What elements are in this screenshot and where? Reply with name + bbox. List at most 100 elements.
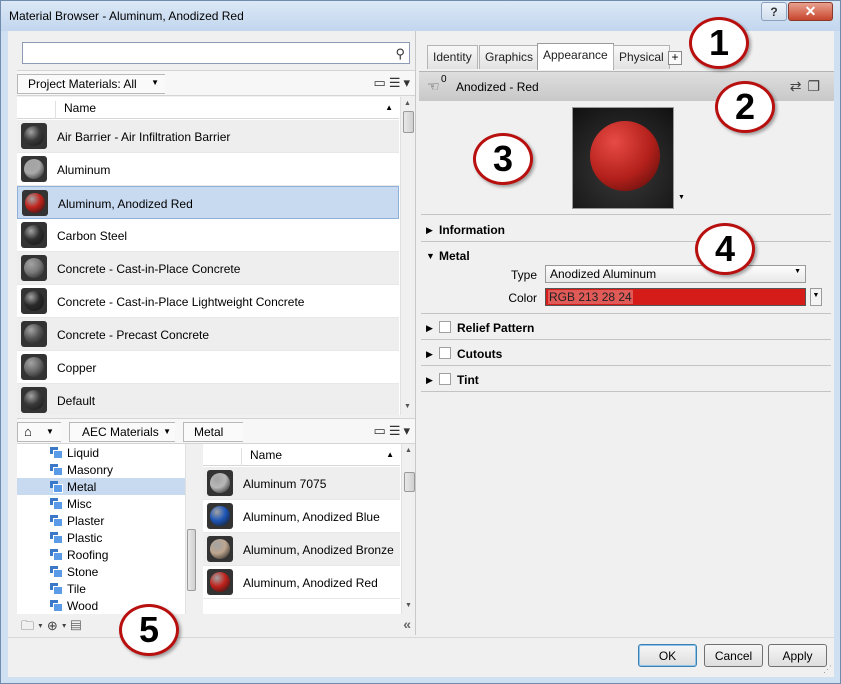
type-select[interactable]: Anodized Aluminum ▼ xyxy=(545,265,806,283)
scroll-down-icon[interactable]: ▼ xyxy=(405,602,412,609)
tree-item[interactable]: Metal xyxy=(17,478,185,495)
tree-item-label: Plastic xyxy=(67,531,103,545)
breadcrumb-category-label: Metal xyxy=(194,425,224,439)
open-editor-icon[interactable]: ▤ xyxy=(71,618,86,633)
tree-item[interactable]: Tile xyxy=(17,580,185,597)
material-name: Concrete - Cast-in-Place Concrete xyxy=(57,262,241,276)
tab-graphics[interactable]: Graphics xyxy=(479,45,540,69)
list-item[interactable]: Concrete - Precast Concrete xyxy=(17,318,399,351)
panel-toggle-icon[interactable]: ▭ xyxy=(374,423,389,438)
divider xyxy=(421,391,831,392)
library-list-scrollbar[interactable]: ▲ ▼ xyxy=(401,444,415,620)
breadcrumb-category[interactable]: Metal xyxy=(183,422,243,442)
library-folder-icon[interactable]: 🗀▾ xyxy=(21,618,47,633)
create-material-icon[interactable]: ⊕▾ xyxy=(47,618,71,633)
cutouts-checkbox[interactable] xyxy=(439,347,451,359)
color-swatch-field[interactable]: RGB 213 28 24 xyxy=(545,288,806,306)
folder-icon xyxy=(50,515,63,527)
tree-item[interactable]: Plastic xyxy=(17,529,185,546)
list-item[interactable]: Aluminum, Anodized Red xyxy=(203,566,400,599)
preview-options-chevron-icon[interactable]: ▼ xyxy=(678,194,685,201)
folder-icon xyxy=(50,583,63,595)
color-label: Color xyxy=(508,291,537,305)
tab-identity[interactable]: Identity xyxy=(427,45,478,69)
list-item[interactable]: Concrete - Cast-in-Place Lightweight Con… xyxy=(17,285,399,318)
library-home-button[interactable]: ⌂ ▼ xyxy=(17,422,61,442)
material-name: Aluminum xyxy=(57,163,111,177)
list-view-icon[interactable]: ☰▾ xyxy=(389,75,413,90)
tab-physical[interactable]: Physical xyxy=(613,45,670,69)
ok-button[interactable]: OK xyxy=(638,644,697,667)
shared-asset-hand-icon: ☜ xyxy=(427,78,440,94)
type-value: Anodized Aluminum xyxy=(550,267,657,281)
expand-triangle-icon[interactable]: ▶ xyxy=(426,375,433,386)
section-information[interactable]: ▶ Information xyxy=(419,218,829,242)
section-tint[interactable]: ▶ Tint xyxy=(419,368,829,392)
scroll-up-icon[interactable]: ▲ xyxy=(404,100,411,107)
material-swatch xyxy=(21,222,47,248)
tint-checkbox[interactable] xyxy=(439,373,451,385)
scroll-thumb[interactable] xyxy=(187,529,196,591)
collapse-library-icon[interactable]: « xyxy=(403,616,411,632)
scroll-thumb[interactable] xyxy=(404,472,415,492)
tree-item[interactable]: Masonry xyxy=(17,461,185,478)
tree-item[interactable]: Plaster xyxy=(17,512,185,529)
list-item[interactable]: Concrete - Cast-in-Place Concrete xyxy=(17,252,399,285)
panel-toggle-icon[interactable]: ▭ xyxy=(374,75,389,90)
name-column-header[interactable]: Name xyxy=(55,101,96,119)
color-options-dropdown[interactable]: ▼ xyxy=(810,288,822,306)
duplicate-asset-icon[interactable]: ❐ xyxy=(807,78,826,94)
preview-sphere xyxy=(590,121,660,191)
divider xyxy=(421,365,831,366)
expand-triangle-icon[interactable]: ▶ xyxy=(426,349,433,360)
project-list-scrollbar[interactable]: ▲ ▼ xyxy=(400,97,414,415)
section-cutouts[interactable]: ▶ Cutouts xyxy=(419,342,829,366)
collapse-triangle-icon[interactable]: ▼ xyxy=(426,251,435,261)
material-preview[interactable] xyxy=(572,107,674,209)
breadcrumb-library[interactable]: AEC Materials ▼ xyxy=(69,422,175,442)
project-filter-dropdown[interactable]: Project Materials: All ▼ xyxy=(17,74,165,94)
list-item[interactable]: Air Barrier - Air Infiltration Barrier xyxy=(17,120,399,153)
scroll-down-icon[interactable]: ▼ xyxy=(404,403,411,410)
divider xyxy=(421,214,831,215)
replace-asset-icon[interactable]: ⇄ xyxy=(790,78,808,94)
scroll-up-icon[interactable]: ▲ xyxy=(405,447,412,454)
list-item[interactable]: Copper xyxy=(17,351,399,384)
list-item[interactable]: Aluminum, Anodized Blue xyxy=(203,500,400,533)
library-category-tree: Liquid Masonry Metal Misc Plaster Plastic Roof… xyxy=(17,444,197,620)
expand-triangle-icon[interactable]: ▶ xyxy=(426,225,433,236)
cancel-button[interactable]: Cancel xyxy=(704,644,763,667)
folder-icon xyxy=(50,447,63,459)
library-view-options[interactable]: ▭☰▾ xyxy=(374,423,413,439)
search-input[interactable]: ⚲ xyxy=(22,42,410,64)
apply-button[interactable]: Apply xyxy=(768,644,827,667)
close-button[interactable]: ✕ xyxy=(788,2,833,21)
relief-pattern-checkbox[interactable] xyxy=(439,321,451,333)
tree-scrollbar[interactable] xyxy=(185,444,197,620)
help-button[interactable]: ? xyxy=(761,2,787,21)
list-item[interactable]: Carbon Steel xyxy=(17,219,399,252)
tree-item[interactable]: Stone xyxy=(17,563,185,580)
name-column-header[interactable]: Name xyxy=(241,448,282,466)
tab-appearance[interactable]: Appearance xyxy=(537,43,614,70)
dialog-client: ⚲ Project Materials: All ▼ ▭☰▾ Name ▲ Ai… xyxy=(8,31,834,677)
list-item[interactable]: Aluminum, Anodized Bronze xyxy=(203,533,400,566)
list-view-icon[interactable]: ☰▾ xyxy=(389,423,413,438)
section-relief-pattern[interactable]: ▶ Relief Pattern xyxy=(419,316,829,340)
add-asset-button[interactable]: + xyxy=(668,51,682,65)
list-item[interactable]: Aluminum xyxy=(17,153,399,186)
view-options[interactable]: ▭☰▾ xyxy=(374,75,413,91)
material-swatch-ball xyxy=(210,506,230,526)
material-swatch-ball xyxy=(24,159,44,179)
tree-item[interactable]: Roofing xyxy=(17,546,185,563)
expand-triangle-icon[interactable]: ▶ xyxy=(426,323,433,334)
list-item[interactable]: Aluminum, Anodized Red xyxy=(17,186,399,219)
tree-item[interactable]: Misc xyxy=(17,495,185,512)
list-item[interactable]: Default xyxy=(17,384,399,415)
tree-item[interactable]: Liquid xyxy=(17,444,185,461)
resize-grip-icon[interactable]: ⋰ xyxy=(823,664,832,675)
search-icon[interactable]: ⚲ xyxy=(395,46,405,62)
list-item[interactable]: Aluminum 7075 xyxy=(203,467,400,500)
section-tint-label: Tint xyxy=(457,373,479,387)
scroll-thumb[interactable] xyxy=(403,111,414,133)
